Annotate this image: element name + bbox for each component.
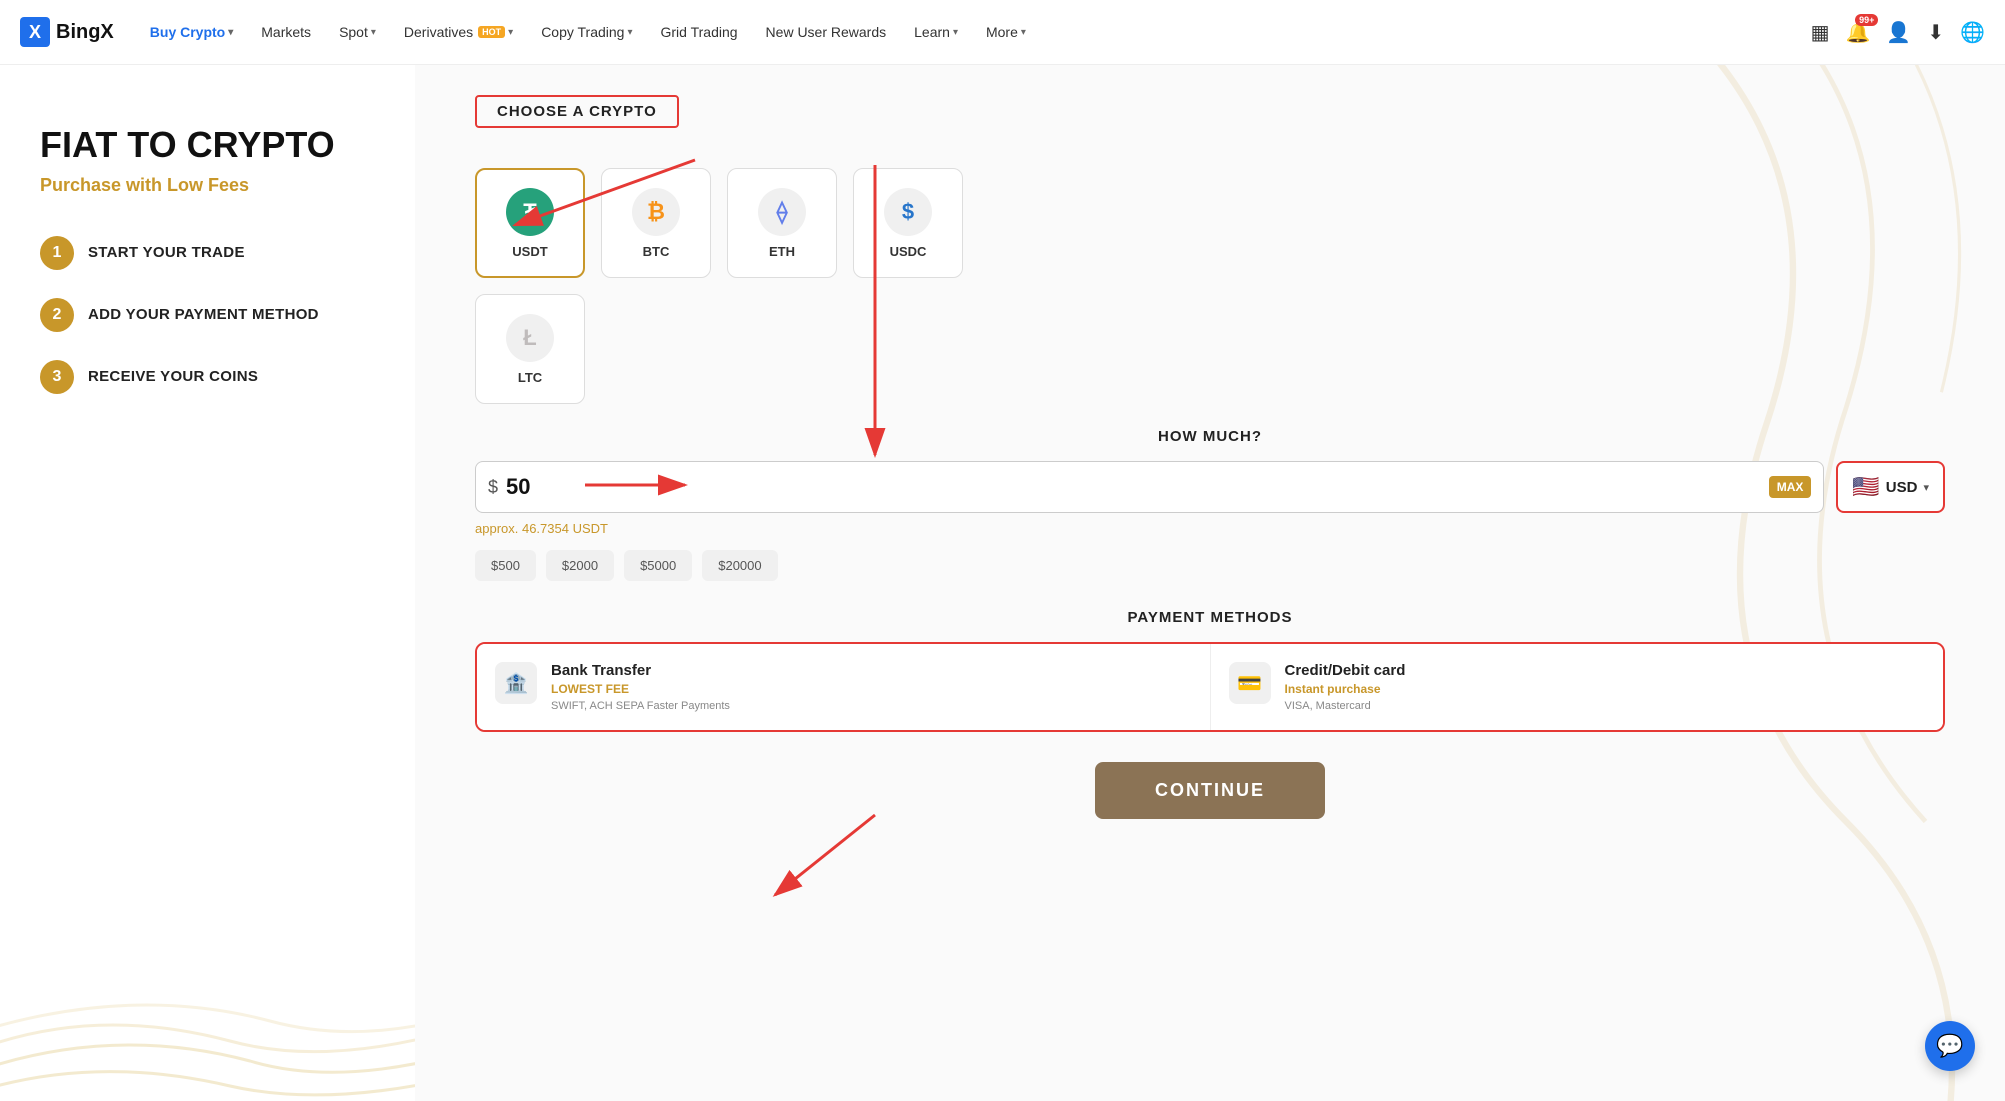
bell-icon[interactable]: 🔔 99+ — [1846, 20, 1871, 45]
card-payment-option[interactable]: 💳 Credit/Debit card Instant purchase VIS… — [1211, 644, 1944, 730]
crypto-usdt[interactable]: ₮ USDT — [475, 168, 585, 278]
bank-transfer-option[interactable]: 🏦 Bank Transfer LOWEST FEE SWIFT, ACH SE… — [477, 644, 1211, 730]
bank-transfer-title: Bank Transfer — [551, 662, 1192, 679]
card-payment-info: Credit/Debit card Instant purchase VISA,… — [1285, 662, 1926, 712]
user-icon[interactable]: 👤 — [1886, 20, 1911, 45]
nav-more[interactable]: More ▾ — [974, 18, 1038, 46]
crypto-row-2: Ł LTC — [475, 294, 1945, 404]
quick-20000[interactable]: $20000 — [702, 550, 777, 581]
step-2-number: 2 — [40, 298, 74, 332]
us-flag-icon: 🇺🇸 — [1852, 474, 1879, 500]
card-payment-title: Credit/Debit card — [1285, 662, 1926, 679]
logo-x-icon: X — [20, 17, 50, 47]
step-1-number: 1 — [40, 236, 74, 270]
quick-500[interactable]: $500 — [475, 550, 536, 581]
step-1-label: START YOUR TRADE — [88, 244, 245, 261]
nav-copy-trading[interactable]: Copy Trading ▾ — [529, 18, 644, 46]
currency-chevron-icon: ▾ — [1923, 481, 1929, 494]
logo-text: BingX — [56, 21, 114, 44]
step-2: 2 ADD YOUR PAYMENT METHOD — [40, 298, 375, 332]
usdc-icon: $ — [884, 188, 932, 236]
step-2-label: ADD YOUR PAYMENT METHOD — [88, 306, 319, 323]
continue-button[interactable]: CONTINUE — [1095, 762, 1325, 819]
bank-transfer-info: Bank Transfer LOWEST FEE SWIFT, ACH SEPA… — [551, 662, 1192, 712]
sidebar-title: FIAT TO CRYPTO — [40, 125, 375, 165]
crypto-usdc[interactable]: $ USDC — [853, 168, 963, 278]
btc-icon: ₿ — [632, 188, 680, 236]
payment-methods-container: 🏦 Bank Transfer LOWEST FEE SWIFT, ACH SE… — [475, 642, 1945, 732]
payment-methods-section: PAYMENT METHODS 🏦 Bank Transfer LOWEST F… — [475, 609, 1945, 732]
logo[interactable]: X BingX — [20, 17, 114, 47]
btc-label: BTC — [643, 244, 670, 259]
nav-learn[interactable]: Learn ▾ — [902, 18, 970, 46]
crypto-eth[interactable]: ⟠ ETH — [727, 168, 837, 278]
dollar-sign: $ — [488, 477, 498, 498]
max-button[interactable]: MAX — [1769, 476, 1812, 498]
buy-crypto-chevron: ▾ — [228, 27, 233, 38]
learn-chevron: ▾ — [953, 27, 958, 38]
step-3-label: RECEIVE YOUR COINS — [88, 368, 258, 385]
nav-new-user-rewards[interactable]: New User Rewards — [754, 18, 899, 46]
quick-2000[interactable]: $2000 — [546, 550, 614, 581]
sidebar: FIAT TO CRYPTO Purchase with Low Fees 1 … — [0, 65, 415, 1101]
ltc-label: LTC — [518, 370, 542, 385]
currency-label: USD — [1886, 479, 1918, 496]
currency-selector[interactable]: 🇺🇸 USD ▾ — [1836, 461, 1945, 513]
bank-transfer-subtitle: LOWEST FEE — [551, 682, 1192, 696]
amount-value[interactable]: 50 — [506, 474, 1769, 500]
step-3: 3 RECEIVE YOUR COINS — [40, 360, 375, 394]
nav-markets[interactable]: Markets — [249, 18, 323, 46]
bank-transfer-sub2: SWIFT, ACH SEPA Faster Payments — [551, 700, 1192, 712]
header: X BingX Buy Crypto ▾ Markets Spot ▾ Deri… — [0, 0, 2005, 65]
card-payment-icon: 💳 — [1229, 662, 1271, 704]
nav-derivatives[interactable]: Derivatives HOT ▾ — [392, 18, 525, 46]
nav-grid-trading[interactable]: Grid Trading — [649, 18, 750, 46]
derivatives-chevron: ▾ — [508, 27, 513, 38]
download-icon[interactable]: ⬇ — [1927, 20, 1944, 45]
amount-row: $ 50 MAX 🇺🇸 USD ▾ — [475, 461, 1945, 513]
crypto-ltc[interactable]: Ł LTC — [475, 294, 585, 404]
nav-buy-crypto[interactable]: Buy Crypto ▾ — [138, 18, 245, 46]
card-payment-subtitle: Instant purchase — [1285, 682, 1926, 696]
more-chevron: ▾ — [1021, 27, 1026, 38]
continue-section: CONTINUE — [475, 762, 1945, 839]
how-much-label: HOW MUCH? — [475, 428, 1945, 445]
approx-text: approx. 46.7354 USDT — [475, 521, 1945, 536]
step-3-number: 3 — [40, 360, 74, 394]
main-nav: Buy Crypto ▾ Markets Spot ▾ Derivatives … — [138, 18, 1811, 46]
chat-button[interactable]: 💬 — [1925, 1021, 1975, 1071]
payment-methods-label: PAYMENT METHODS — [475, 609, 1945, 626]
ltc-icon: Ł — [506, 314, 554, 362]
nav-spot[interactable]: Spot ▾ — [327, 18, 388, 46]
eth-label: ETH — [769, 244, 795, 259]
main-panel: CHOOSE A CRYPTO ₮ USDT ₿ BTC ⟠ ETH $ USD… — [415, 65, 2005, 1101]
steps-list: 1 START YOUR TRADE 2 ADD YOUR PAYMENT ME… — [40, 236, 375, 394]
card-payment-sub2: VISA, Mastercard — [1285, 700, 1926, 712]
chart-icon[interactable]: ▦ — [1811, 20, 1830, 45]
crypto-grid: ₮ USDT ₿ BTC ⟠ ETH $ USDC — [475, 168, 1945, 278]
notification-badge: 99+ — [1855, 14, 1878, 26]
step-1: 1 START YOUR TRADE — [40, 236, 375, 270]
choose-crypto-section: CHOOSE A CRYPTO ₮ USDT ₿ BTC ⟠ ETH $ USD… — [475, 95, 1945, 404]
globe-icon[interactable]: 🌐 — [1960, 20, 1985, 45]
amount-input-wrap: $ 50 MAX — [475, 461, 1824, 513]
usdt-icon: ₮ — [506, 188, 554, 236]
header-actions: ▦ 🔔 99+ 👤 ⬇ 🌐 — [1811, 20, 1985, 45]
quick-amounts: $500 $2000 $5000 $20000 — [475, 550, 1945, 581]
choose-crypto-label: CHOOSE A CRYPTO — [475, 95, 679, 128]
sidebar-subtitle: Purchase with Low Fees — [40, 175, 375, 196]
eth-icon: ⟠ — [758, 188, 806, 236]
spot-chevron: ▾ — [371, 27, 376, 38]
usdt-label: USDT — [512, 244, 547, 259]
quick-5000[interactable]: $5000 — [624, 550, 692, 581]
main-content: FIAT TO CRYPTO Purchase with Low Fees 1 … — [0, 65, 2005, 1101]
copy-trading-chevron: ▾ — [627, 27, 632, 38]
how-much-section: HOW MUCH? $ 50 MAX 🇺🇸 USD ▾ approx. 46.7… — [475, 428, 1945, 581]
crypto-btc[interactable]: ₿ BTC — [601, 168, 711, 278]
chat-icon: 💬 — [1936, 1033, 1963, 1059]
usdc-label: USDC — [890, 244, 927, 259]
bank-transfer-icon: 🏦 — [495, 662, 537, 704]
